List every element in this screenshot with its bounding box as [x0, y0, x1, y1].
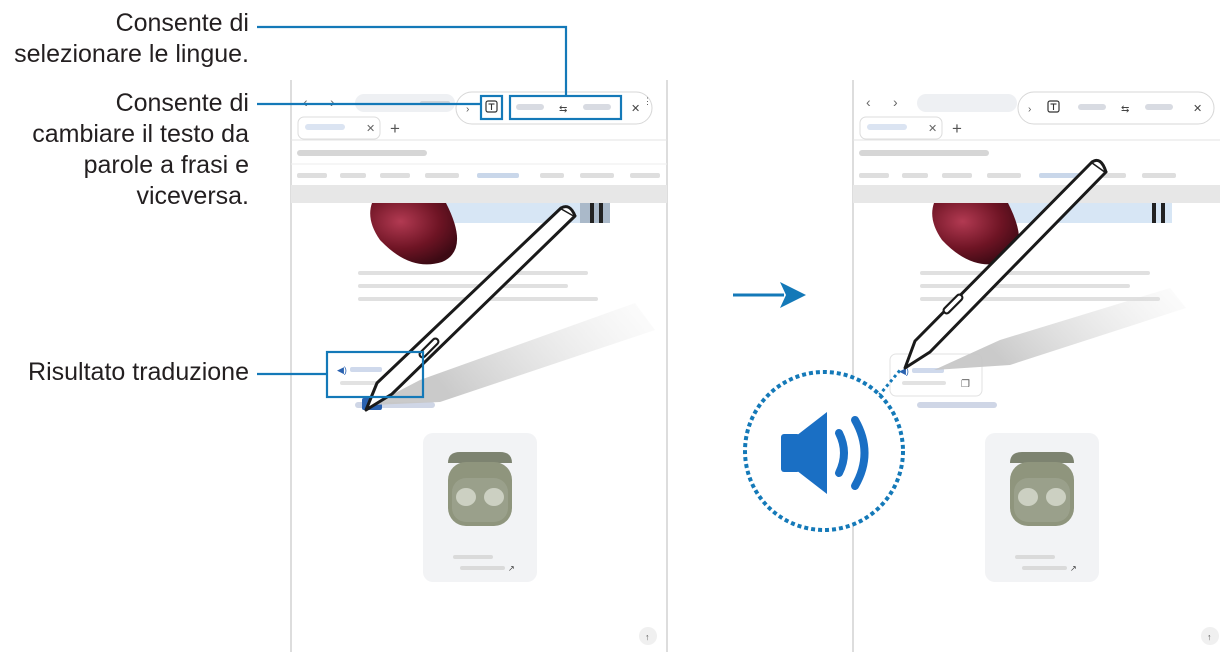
forward-icon[interactable]: › [330, 94, 335, 110]
expand-icon[interactable]: › [466, 104, 469, 115]
back-icon[interactable]: ‹ [866, 94, 871, 110]
source-language-button[interactable] [516, 104, 544, 110]
speaker-icon[interactable]: ◀) [337, 365, 347, 375]
expand-icon[interactable]: › [1028, 104, 1031, 115]
new-tab-icon[interactable]: + [390, 119, 400, 138]
close-icon[interactable]: ✕ [631, 103, 640, 115]
copy-icon[interactable]: ❐ [961, 379, 970, 390]
close-icon[interactable]: ✕ [1193, 103, 1202, 115]
svg-text:↑: ↑ [645, 632, 650, 642]
swap-languages-icon[interactable]: ⇆ [1121, 104, 1129, 115]
forward-icon[interactable]: › [893, 94, 898, 110]
right-tablet-screen: ‹ › ✕ + ◀) ❐ ↗ ↑ › ⇆ ✕ [852, 80, 1220, 652]
left-tablet-screen: ‹ › ✕ + ↗ ↑ › ⇆ ✕ ⋮ ◀) [290, 80, 668, 652]
source-language-button[interactable] [1078, 104, 1106, 110]
svg-text:↑: ↑ [1207, 632, 1212, 642]
target-language-button[interactable] [1145, 104, 1173, 110]
close-tab-icon[interactable]: ✕ [928, 123, 937, 135]
swap-languages-icon[interactable]: ⇆ [559, 104, 567, 115]
external-link-icon[interactable]: ↗ [508, 564, 515, 573]
translate-toolbar: › ⇆ ✕ [1017, 91, 1215, 125]
arrow-right-icon [733, 282, 806, 308]
illustration: ‹ › ✕ + ↗ ↑ › ⇆ ✕ ⋮ ◀) ‹ › ✕ + ◀) ❐ ↗ ↑ … [257, 25, 1220, 652]
close-tab-icon[interactable]: ✕ [366, 123, 375, 135]
back-icon[interactable]: ‹ [303, 94, 308, 110]
url-bar[interactable] [917, 94, 1017, 112]
new-tab-icon[interactable]: + [952, 119, 962, 138]
speaker-zoom-circle [743, 370, 905, 532]
target-language-button[interactable] [583, 104, 611, 110]
svg-text:⋮: ⋮ [643, 96, 652, 106]
external-link-icon[interactable]: ↗ [1070, 564, 1077, 573]
